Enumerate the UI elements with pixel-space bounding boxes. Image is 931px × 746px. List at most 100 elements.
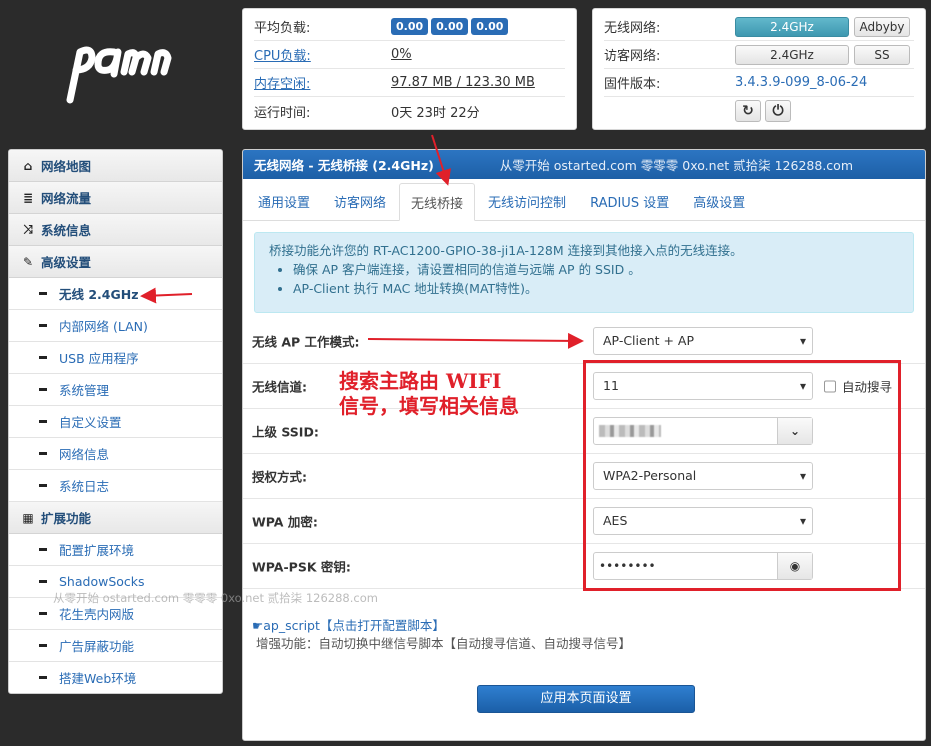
info-list: 确保 AP 客户端连接，请设置相同的信道与远端 AP 的 SSID 。 AP-C… xyxy=(269,260,899,298)
info-bullet: 确保 AP 客户端连接，请设置相同的信道与远端 AP 的 SSID 。 xyxy=(293,260,899,279)
dash-icon xyxy=(39,292,47,295)
header-watermark: 从零开始 ostarted.com 零零零 0xo.net 贰拾柒 126288… xyxy=(499,158,853,173)
sidebar-item-custom[interactable]: 自定义设置 xyxy=(9,406,222,438)
uptime-row: 运行时间: 0天 23时 22分 xyxy=(254,97,565,125)
network-panel: 无线网络: 2.4GHz Adbyby 访客网络: 2.4GHz SS 固件版本… xyxy=(592,8,926,130)
group-label: 高级设置 xyxy=(41,255,92,270)
sidebar-item-ext-env[interactable]: 配置扩展环境 xyxy=(9,534,222,566)
action-row: ↻ ⏻ xyxy=(604,97,914,125)
firmware-link[interactable]: 3.4.3.9-099_8-06-24 xyxy=(735,75,867,90)
tab-bar: 通用设置 访客网络 无线桥接 无线访问控制 RADIUS 设置 高级设置 xyxy=(243,183,925,221)
sidebar-item-lan[interactable]: 内部网络 (LAN) xyxy=(9,310,222,342)
ss-button[interactable]: SS xyxy=(854,44,910,65)
sidebar-item-phddns[interactable]: 花生壳内网版 xyxy=(9,598,222,630)
info-line: 桥接功能允许您的 RT-AC1200-GPIO-38-ji1A-128M 连接到… xyxy=(269,243,743,258)
wireless-label: 无线网络: xyxy=(604,21,661,36)
dash-icon xyxy=(39,324,47,327)
grid-icon: ▦ xyxy=(22,510,34,525)
annotation-highlight-box xyxy=(583,360,901,591)
item-label: 系统日志 xyxy=(59,479,110,494)
tab-bridge[interactable]: 无线桥接 xyxy=(399,183,476,221)
refresh-icon[interactable]: ↻ xyxy=(735,100,761,122)
dash-icon xyxy=(39,676,47,679)
sidebar-item-usb[interactable]: USB 应用程序 xyxy=(9,342,222,374)
item-label: 广告屏蔽功能 xyxy=(59,639,135,654)
sidebar-item-web-env[interactable]: 搭建Web环境 xyxy=(9,662,222,693)
item-label: 系统管理 xyxy=(59,383,110,398)
load-badge-3: 0.00 xyxy=(471,18,509,35)
mode-label: 无线 AP 工作模式: xyxy=(252,334,360,350)
mode-row: 无线 AP 工作模式: AP-Client + AP xyxy=(243,319,925,364)
item-label: ShadowSocks xyxy=(59,574,145,589)
item-label: 内部网络 (LAN) xyxy=(59,319,148,334)
sidebar-group-network-map[interactable]: ⌂ 网络地图 xyxy=(9,150,222,182)
wrench-icon: ✎ xyxy=(22,254,34,269)
ap-script-link-text: ap_script【点击打开配置脚本】 xyxy=(263,618,445,633)
sidebar-item-syslog[interactable]: 系统日志 xyxy=(9,470,222,502)
auth-label: 授权方式: xyxy=(252,469,307,485)
firmware-row: 固件版本: 3.4.3.9-099_8-06-24 xyxy=(604,69,914,97)
sidebar-group-traffic[interactable]: ≣ 网络流量 xyxy=(9,182,222,214)
dash-icon xyxy=(39,548,47,551)
home-icon: ⌂ xyxy=(23,158,33,173)
load-badge-2: 0.00 xyxy=(431,18,469,35)
avg-load-values: 0.00 0.00 0.00 xyxy=(391,18,511,35)
tab-acl[interactable]: 无线访问控制 xyxy=(477,183,577,220)
uptime-value: 0天 23时 22分 xyxy=(391,105,480,121)
dash-icon xyxy=(39,356,47,359)
guest-label: 访客网络: xyxy=(604,49,661,64)
annotation-text: 搜索主路由 WIFI 信号，填写相关信息 xyxy=(339,369,519,418)
apply-button[interactable]: 应用本页面设置 xyxy=(477,685,695,713)
page-title: 无线网络 - 无线桥接 (2.4GHz) xyxy=(254,158,434,173)
psk-label: WPA-PSK 密钥: xyxy=(252,559,351,575)
mem-link[interactable]: 内存空闲: xyxy=(254,73,391,92)
mem-value: 97.87 MB / 123.30 MB xyxy=(391,75,535,90)
tab-guest[interactable]: 访客网络 xyxy=(323,183,397,220)
item-label: USB 应用程序 xyxy=(59,351,139,366)
item-label: 无线 2.4GHz xyxy=(59,287,139,302)
power-icon[interactable]: ⏻ xyxy=(765,100,791,122)
mode-select[interactable]: AP-Client + AP xyxy=(593,327,813,355)
wpa-label: WPA 加密: xyxy=(252,514,318,530)
sidebar-group-advanced[interactable]: ✎ 高级设置 xyxy=(9,246,222,278)
status-panel: 平均负载: 0.00 0.00 0.00 CPU负载: 0% 内存空闲: 97.87… xyxy=(242,8,577,130)
wireless-24g-button[interactable]: 2.4GHz xyxy=(735,16,849,37)
dash-icon xyxy=(39,644,47,647)
main-header: 无线网络 - 无线桥接 (2.4GHz) 从零开始 ostarted.com 零… xyxy=(243,150,925,179)
sidebar-item-admin[interactable]: 系统管理 xyxy=(9,374,222,406)
sidebar-group-sysinfo[interactable]: ⤨ 系统信息 xyxy=(9,214,222,246)
group-label: 网络流量 xyxy=(41,191,92,206)
dash-icon xyxy=(39,388,47,391)
sidebar-item-shadowsocks[interactable]: ShadowSocks xyxy=(9,566,222,598)
sidebar-group-extensions[interactable]: ▦ 扩展功能 xyxy=(9,502,222,534)
tab-radius[interactable]: RADIUS 设置 xyxy=(579,183,680,220)
guest-24g-button[interactable]: 2.4GHz xyxy=(735,44,849,65)
dash-icon xyxy=(39,420,47,423)
sidebar: ⌂ 网络地图 ≣ 网络流量 ⤨ 系统信息 ✎ 高级设置 无线 2.4GHz 内部网络 (… xyxy=(8,149,223,694)
dash-icon xyxy=(39,612,47,615)
guest-row: 访客网络: 2.4GHz SS xyxy=(604,41,914,69)
pdcn-logo xyxy=(66,46,172,104)
ssid-label: 上级 SSID: xyxy=(252,424,319,440)
avg-load-label: 平均负载: xyxy=(254,21,311,36)
info-bullet: AP-Client 执行 MAC 地址转换(MAT特性)。 xyxy=(293,279,899,298)
item-label: 配置扩展环境 xyxy=(59,543,135,558)
cpu-value: 0% xyxy=(391,47,412,62)
item-label: 自定义设置 xyxy=(59,415,122,430)
load-badge-1: 0.00 xyxy=(391,18,429,35)
group-label: 网络地图 xyxy=(41,159,92,174)
mem-row: 内存空闲: 97.87 MB / 123.30 MB xyxy=(254,69,565,97)
tab-general[interactable]: 通用设置 xyxy=(247,183,321,220)
cpu-link[interactable]: CPU负载: xyxy=(254,45,391,64)
sidebar-item-adblock[interactable]: 广告屏蔽功能 xyxy=(9,630,222,662)
dash-icon xyxy=(39,484,47,487)
adbyby-button[interactable]: Adbyby xyxy=(854,16,910,37)
sidebar-item-netinfo[interactable]: 网络信息 xyxy=(9,438,222,470)
ap-script-link[interactable]: ☛ap_script【点击打开配置脚本】 xyxy=(252,615,445,634)
uptime-label: 运行时间: xyxy=(254,105,311,121)
sidebar-item-wireless-24g[interactable]: 无线 2.4GHz xyxy=(9,278,222,310)
cpu-row: CPU负载: 0% xyxy=(254,41,565,69)
tab-advanced[interactable]: 高级设置 xyxy=(682,183,756,220)
group-label: 系统信息 xyxy=(41,223,92,238)
script-note: 增强功能：自动切换中继信号脚本【自动搜寻信道、自动搜寻信号】 xyxy=(256,636,632,651)
